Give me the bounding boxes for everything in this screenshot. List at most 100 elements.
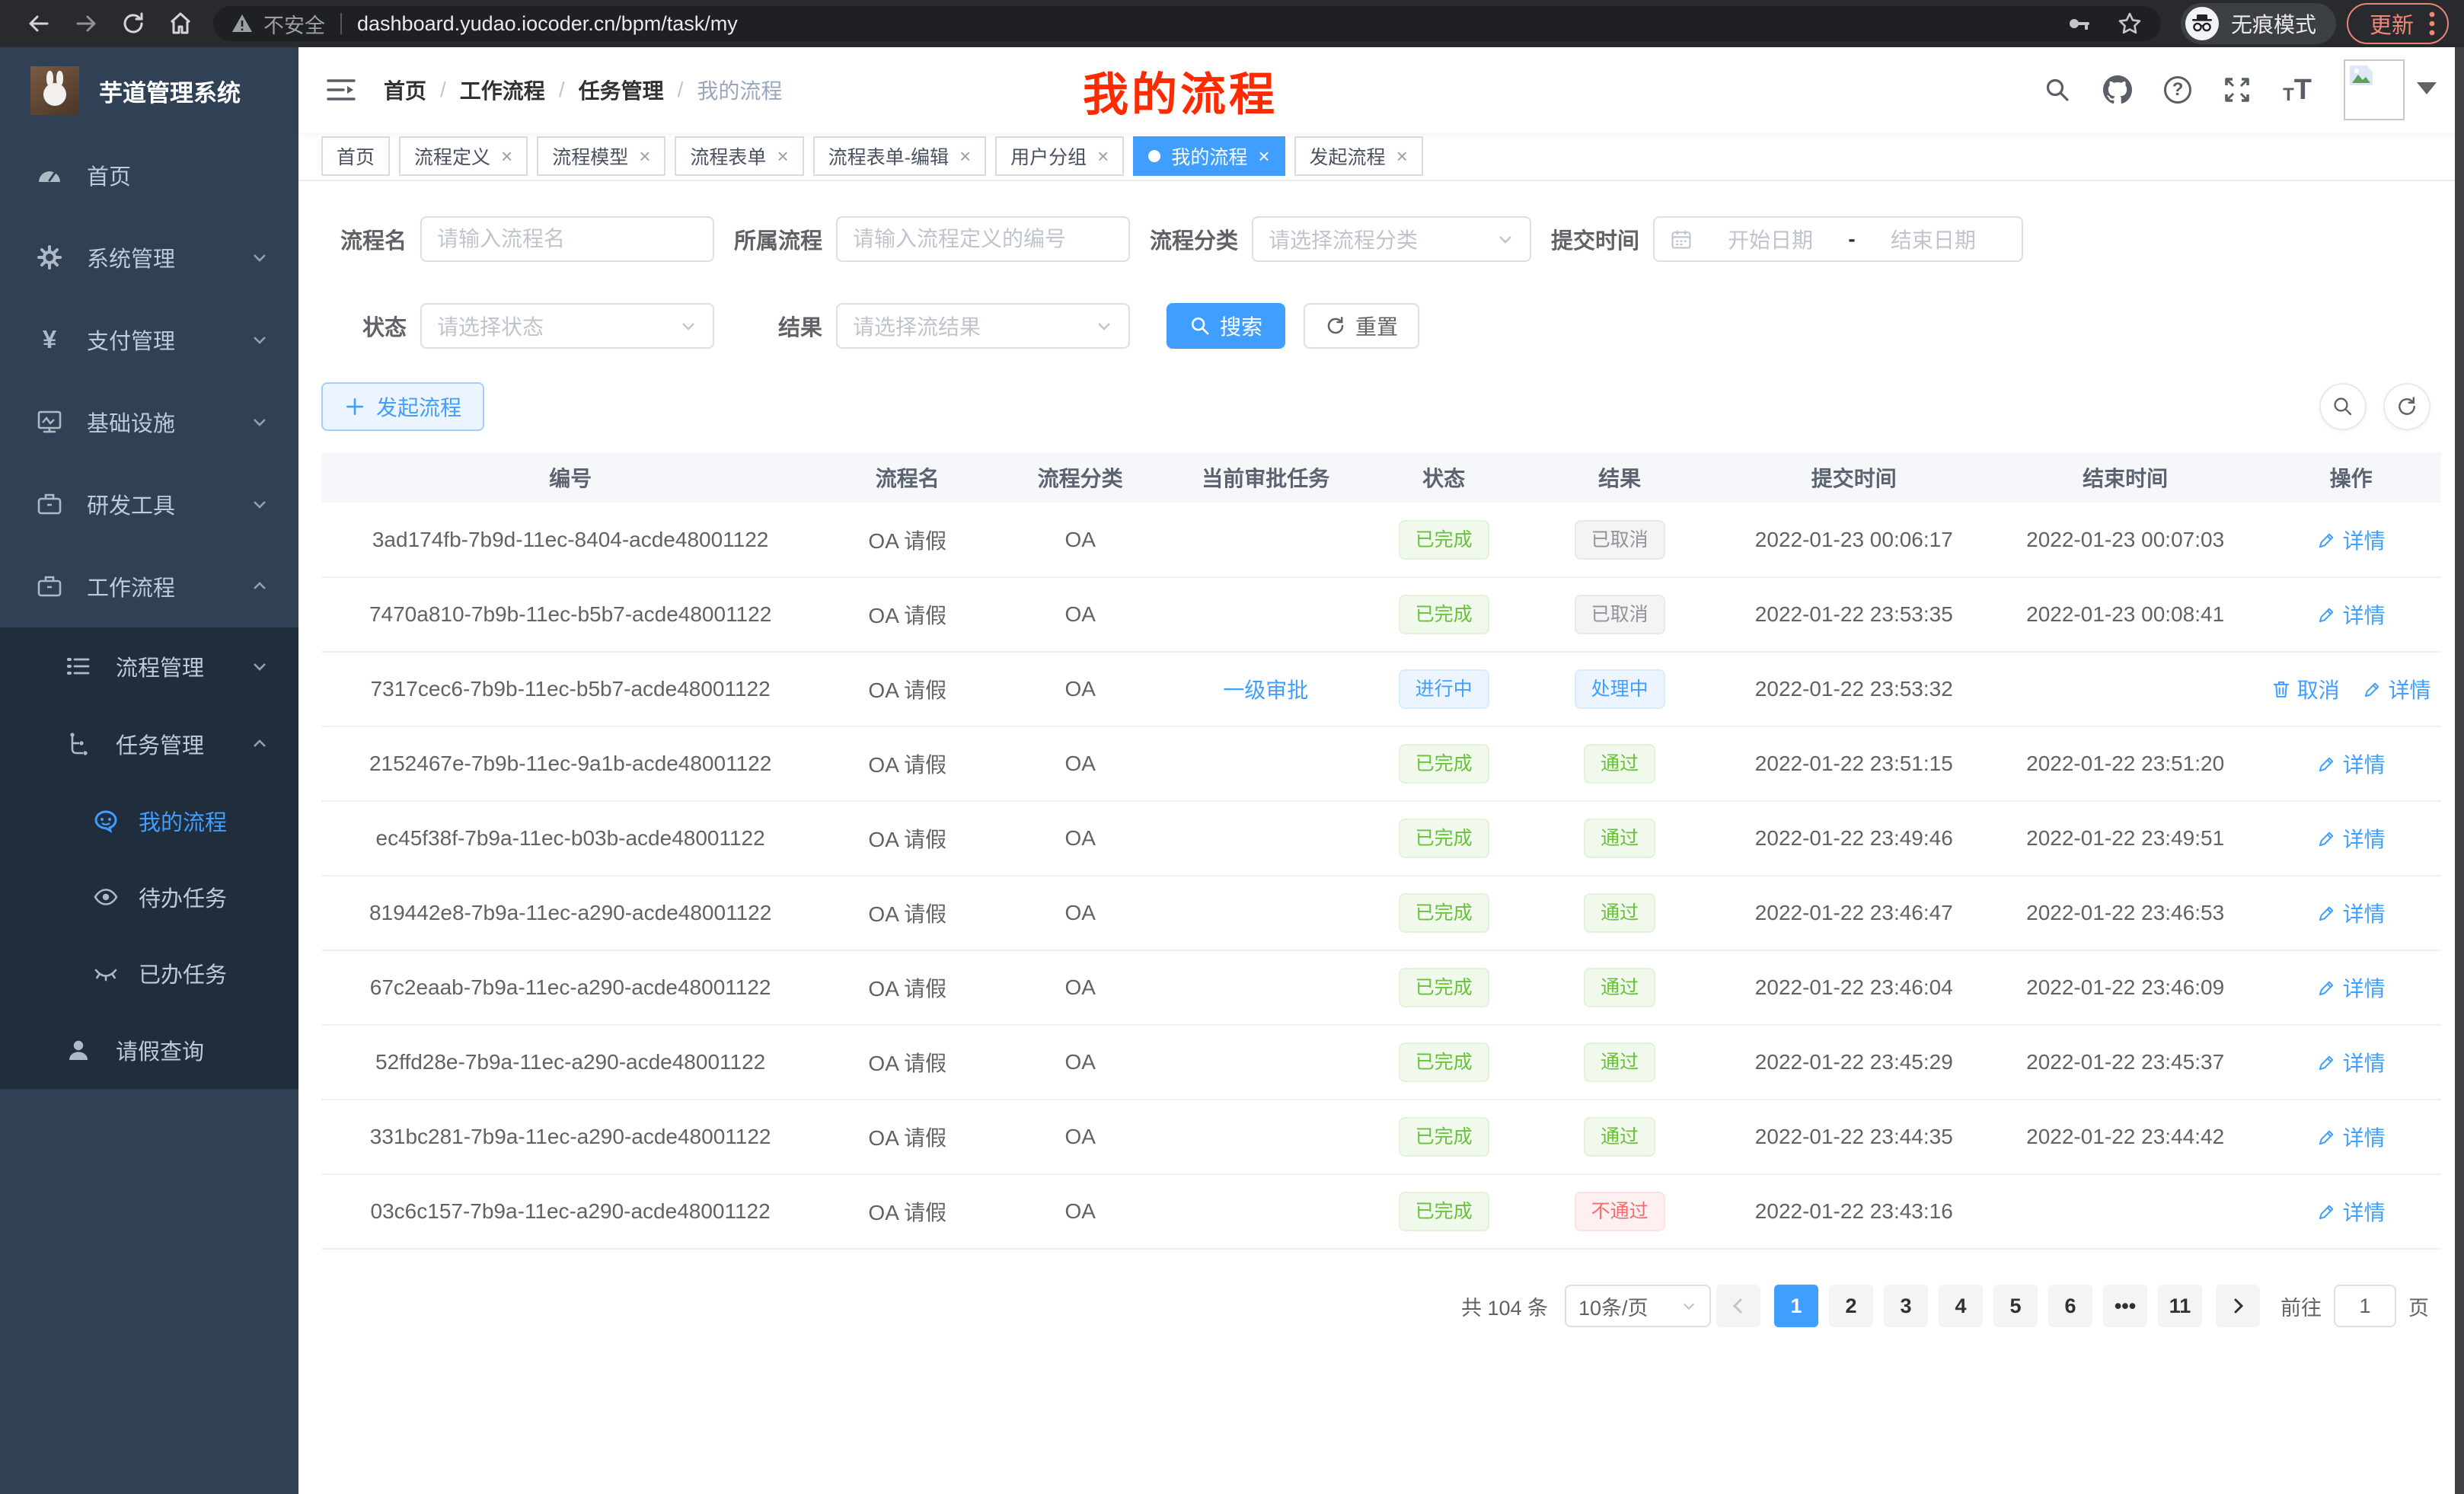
page-number-button[interactable]: 6	[2048, 1285, 2092, 1327]
tab-close-icon[interactable]: ×	[639, 146, 650, 166]
cancel-action[interactable]: 取消	[2271, 674, 2340, 704]
tab-close-icon[interactable]: ×	[1097, 146, 1109, 166]
sidebar-item-workflow[interactable]: 工作流程	[0, 545, 298, 627]
tab-label: 我的流程	[1171, 142, 1247, 170]
column-header: 编号	[321, 452, 819, 503]
cell-category: OA	[995, 652, 1165, 726]
text-size-icon[interactable]: TT	[2283, 75, 2312, 104]
fullscreen-icon[interactable]	[2223, 76, 2251, 104]
sidebar-toggle-icon[interactable]	[326, 77, 356, 103]
prev-page-button[interactable]	[1716, 1285, 1760, 1327]
sidebar-item-label: 首页	[87, 159, 131, 191]
tab-close-icon[interactable]: ×	[501, 146, 512, 166]
sidebar-item-home[interactable]: 首页	[0, 134, 298, 216]
page-number-button[interactable]: 4	[1939, 1285, 1983, 1327]
detail-action[interactable]: 详情	[2317, 749, 2386, 779]
cell-process-name: OA 请假	[819, 652, 995, 726]
sidebar-item-task-mgmt[interactable]: 任务管理	[0, 705, 298, 783]
reset-button[interactable]: 重置	[1304, 303, 1419, 349]
browser-home-icon[interactable]	[168, 11, 193, 37]
process-def-input[interactable]	[836, 216, 1130, 262]
url-text[interactable]: dashboard.yudao.iocoder.cn/bpm/task/my	[357, 12, 738, 36]
page-scrollbar[interactable]	[2455, 47, 2464, 1494]
sidebar-item-label: 研发工具	[87, 488, 175, 520]
sidebar-item-payment[interactable]: ¥ 支付管理	[0, 298, 298, 381]
tab-close-icon[interactable]: ×	[1396, 146, 1408, 166]
view-tab[interactable]: 我的流程 ×	[1133, 136, 1285, 176]
monitor-icon	[37, 409, 62, 435]
breadcrumb-link[interactable]: 我的流程	[697, 75, 782, 105]
table-refresh-icon[interactable]	[2383, 383, 2430, 430]
avatar-caret-icon[interactable]	[2417, 82, 2437, 94]
detail-action[interactable]: 详情	[2317, 1122, 2386, 1152]
view-tab[interactable]: 流程定义×	[399, 136, 528, 176]
current-task-link[interactable]: 一级审批	[1223, 674, 1308, 704]
help-icon[interactable]: ?	[2164, 76, 2191, 104]
detail-action[interactable]: 详情	[2317, 599, 2386, 630]
tab-close-icon[interactable]: ×	[959, 146, 971, 166]
detail-action[interactable]: 详情	[2317, 898, 2386, 928]
app-logo-row[interactable]: 芋道管理系统	[0, 47, 298, 134]
browser-back-icon[interactable]	[26, 11, 52, 37]
browser-menu-dots-icon[interactable]	[2429, 11, 2435, 37]
detail-action[interactable]: 详情	[2317, 525, 2386, 555]
table-search-icon[interactable]	[2319, 383, 2367, 430]
url-bar[interactable]: 不安全 dashboard.yudao.iocoder.cn/bpm/task/…	[213, 6, 2161, 41]
result-select[interactable]: 请选择流结果	[836, 303, 1130, 349]
view-tab[interactable]: 流程表单×	[675, 136, 803, 176]
browser-reload-icon[interactable]	[120, 11, 146, 37]
breadcrumb-link[interactable]: 任务管理	[579, 75, 664, 105]
detail-action[interactable]: 详情	[2317, 1047, 2386, 1077]
process-name-input[interactable]	[420, 216, 714, 262]
page-number-button[interactable]: 3	[1884, 1285, 1928, 1327]
not-secure-warning-icon[interactable]	[231, 14, 253, 34]
page-number-button[interactable]: 2	[1829, 1285, 1873, 1327]
category-select[interactable]: 请选择流程分类	[1252, 216, 1531, 262]
detail-action[interactable]: 详情	[2317, 823, 2386, 854]
range-start-placeholder: 开始日期	[1697, 224, 1843, 254]
search-button[interactable]: 搜索	[1167, 303, 1285, 349]
sidebar-item-system[interactable]: 系统管理	[0, 216, 298, 298]
avatar[interactable]	[2344, 59, 2405, 120]
page-number-button[interactable]: 1	[1774, 1285, 1818, 1327]
breadcrumb-link[interactable]: 工作流程	[460, 75, 545, 105]
tab-close-icon[interactable]: ×	[1258, 146, 1269, 166]
sidebar-item-todo-tasks[interactable]: 待办任务	[0, 859, 298, 935]
sidebar-item-infra[interactable]: 基础设施	[0, 381, 298, 463]
view-tab[interactable]: 流程模型×	[537, 136, 665, 176]
cell-end-time: 2022-01-22 23:44:42	[1990, 1100, 2261, 1174]
sidebar-item-devtools[interactable]: 研发工具	[0, 463, 298, 545]
detail-action[interactable]: 详情	[2317, 1196, 2386, 1227]
submit-time-range[interactable]: 开始日期 - 结束日期	[1653, 216, 2023, 262]
page-number-button[interactable]: 5	[1993, 1285, 2038, 1327]
detail-action-label: 详情	[2343, 1196, 2386, 1227]
sidebar-item-my-process[interactable]: 我的流程	[0, 783, 298, 859]
view-tab[interactable]: 流程表单-编辑×	[813, 136, 987, 176]
view-tab[interactable]: 用户分组×	[995, 136, 1124, 176]
github-icon[interactable]	[2103, 75, 2132, 104]
status-select[interactable]: 请选择状态	[420, 303, 714, 349]
view-tab[interactable]: 发起流程×	[1294, 136, 1423, 176]
sidebar-item-leave-query[interactable]: 请假查询	[0, 1011, 298, 1089]
gear-icon	[37, 244, 62, 270]
next-page-button[interactable]	[2216, 1285, 2260, 1327]
page-size-select[interactable]: 10条/页	[1565, 1285, 1711, 1327]
browser-update-button[interactable]: 更新	[2347, 3, 2449, 44]
search-icon[interactable]	[2044, 76, 2071, 104]
detail-action[interactable]: 详情	[2317, 972, 2386, 1003]
page-number-button[interactable]: •••	[2103, 1285, 2147, 1327]
detail-action[interactable]: 详情	[2363, 674, 2431, 704]
page-number-button[interactable]: 11	[2158, 1285, 2202, 1327]
password-key-icon[interactable]	[2067, 11, 2091, 36]
tab-close-icon[interactable]: ×	[777, 146, 788, 166]
create-process-button[interactable]: 发起流程	[321, 382, 484, 431]
view-tab[interactable]: 首页×	[321, 136, 390, 176]
sidebar-item-done-tasks[interactable]: 已办任务	[0, 935, 298, 1011]
bookmark-star-icon[interactable]	[2117, 11, 2143, 37]
status-badge: 已完成	[1399, 520, 1489, 560]
sidebar-item-process-mgmt[interactable]: 流程管理	[0, 627, 298, 705]
breadcrumb-link[interactable]: 首页	[384, 75, 426, 105]
browser-forward-icon[interactable]	[73, 11, 99, 37]
cell-end-time: 2022-01-22 23:45:37	[1990, 1025, 2261, 1100]
goto-page-input[interactable]	[2334, 1285, 2396, 1327]
